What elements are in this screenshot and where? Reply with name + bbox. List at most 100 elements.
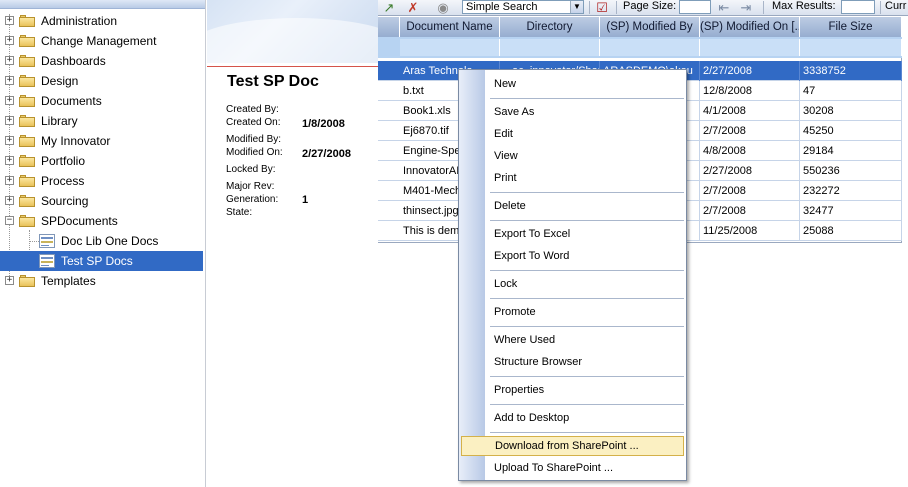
- previous-page-icon[interactable]: ⇤: [716, 1, 732, 15]
- tree-item-label: Test SP Docs: [61, 254, 133, 268]
- menu-item-promote[interactable]: Promote: [486, 302, 685, 322]
- expand-icon[interactable]: +: [5, 16, 14, 25]
- menu-item-add-to-desktop[interactable]: Add to Desktop: [486, 408, 685, 428]
- expand-icon[interactable]: +: [5, 196, 14, 205]
- search-mode-value: Simple Search: [466, 1, 538, 13]
- toolbar-separator: [880, 1, 881, 14]
- tree-item-spdocuments[interactable]: − SPDocuments: [0, 211, 203, 231]
- clear-search-icon[interactable]: ✗: [405, 1, 421, 15]
- current-label: Curr: [885, 0, 907, 12]
- tree-item-label: Sourcing: [41, 194, 89, 208]
- search-mode-select[interactable]: Simple Search ▼: [462, 0, 584, 14]
- menu-item-view[interactable]: View: [486, 146, 685, 166]
- tree-item-templates[interactable]: + Templates: [0, 271, 203, 291]
- filter-directory[interactable]: [500, 39, 600, 56]
- expand-icon[interactable]: +: [5, 56, 14, 65]
- next-page-icon[interactable]: ⇥: [738, 1, 754, 15]
- checkbox-filter-icon[interactable]: ☑: [594, 1, 610, 15]
- column-header-file-size[interactable]: File Size: [800, 17, 902, 37]
- saved-search-icon[interactable]: ◉: [435, 1, 451, 15]
- cell-file-size: 3338752: [800, 61, 902, 81]
- menu-item-export-to-word[interactable]: Export To Word: [486, 246, 685, 266]
- expand-icon[interactable]: +: [5, 96, 14, 105]
- filter-modified-on[interactable]: [700, 39, 800, 56]
- tree-item-change-management[interactable]: + Change Management: [0, 31, 203, 51]
- chevron-down-icon[interactable]: ▼: [570, 1, 583, 13]
- document-library-icon: [39, 254, 55, 268]
- cell-modified-on: 2/7/2008: [700, 121, 800, 141]
- tree-item-library[interactable]: + Library: [0, 111, 203, 131]
- tree-item-label: Library: [41, 114, 78, 128]
- filter-modified-by[interactable]: [600, 39, 700, 56]
- expand-icon[interactable]: +: [5, 176, 14, 185]
- filter-document-name[interactable]: [400, 39, 500, 56]
- column-header-document-name[interactable]: Document Name: [400, 17, 500, 37]
- menu-item-download-from-sharepoint[interactable]: Download from SharePoint ...: [461, 436, 684, 456]
- folder-icon: [19, 195, 35, 207]
- tree-item-portfolio[interactable]: + Portfolio: [0, 151, 203, 171]
- tree-item-design[interactable]: + Design: [0, 71, 203, 91]
- menu-separator: [490, 270, 684, 271]
- cell-file-size: 29184: [800, 141, 902, 161]
- menu-item-new[interactable]: New: [486, 74, 685, 94]
- tree-item-label: Administration: [41, 14, 118, 28]
- navigation-tree: + Administration + Change Management + D…: [0, 0, 206, 487]
- menu-item-save-as[interactable]: Save As: [486, 102, 685, 122]
- folder-icon: [19, 275, 35, 287]
- tree-item-administration[interactable]: + Administration: [0, 11, 203, 31]
- expand-icon[interactable]: +: [5, 36, 14, 45]
- menu-item-delete[interactable]: Delete: [486, 196, 685, 216]
- folder-open-icon: [19, 215, 35, 227]
- tree-item-documents[interactable]: + Documents: [0, 91, 203, 111]
- locked-by-label: Locked By:: [226, 164, 276, 175]
- cell-modified-on: 4/8/2008: [700, 141, 800, 161]
- menu-item-export-to-excel[interactable]: Export To Excel: [486, 224, 685, 244]
- menu-item-structure-browser[interactable]: Structure Browser: [486, 352, 685, 372]
- run-search-icon[interactable]: ↗: [381, 1, 397, 15]
- expand-icon[interactable]: +: [5, 76, 14, 85]
- expand-icon[interactable]: +: [5, 276, 14, 285]
- expand-icon[interactable]: +: [5, 156, 14, 165]
- page-size-input[interactable]: [679, 0, 711, 14]
- max-results-input[interactable]: [841, 0, 875, 14]
- detail-divider: [207, 66, 378, 67]
- tree-item-doc-lib-one-docs[interactable]: Doc Lib One Docs: [0, 231, 203, 251]
- menu-item-properties[interactable]: Properties: [486, 380, 685, 400]
- cell-file-size: 232272: [800, 181, 902, 201]
- expand-icon[interactable]: +: [5, 116, 14, 125]
- tree-item-test-sp-docs[interactable]: Test SP Docs: [0, 251, 203, 271]
- menu-item-print[interactable]: Print: [486, 168, 685, 188]
- tree-item-process[interactable]: + Process: [0, 171, 203, 191]
- toolbar-separator: [616, 1, 617, 14]
- tree-item-my-innovator[interactable]: + My Innovator: [0, 131, 203, 151]
- context-menu: New Save As Edit View Print Delete Expor…: [458, 69, 687, 481]
- menu-item-where-used[interactable]: Where Used: [486, 330, 685, 350]
- tree-item-sourcing[interactable]: + Sourcing: [0, 191, 203, 211]
- tree-item-dashboards[interactable]: + Dashboards: [0, 51, 203, 71]
- menu-item-upload-to-sharepoint[interactable]: Upload To SharePoint ...: [486, 458, 685, 478]
- column-header-modified-on[interactable]: (SP) Modified On [..: [700, 17, 800, 37]
- column-header-directory[interactable]: Directory: [500, 17, 600, 37]
- column-header-modified-by[interactable]: (SP) Modified By: [600, 17, 700, 37]
- menu-separator: [490, 404, 684, 405]
- tree-item-label: Documents: [41, 94, 102, 108]
- tree-item-label: Portfolio: [41, 154, 86, 168]
- menu-item-lock[interactable]: Lock: [486, 274, 685, 294]
- filter-file-size[interactable]: [800, 39, 902, 56]
- cell-modified-on: 4/1/2008: [700, 101, 800, 121]
- expand-icon[interactable]: +: [5, 136, 14, 145]
- cell-modified-on: 12/8/2008: [700, 81, 800, 101]
- cell-modified-on: 2/7/2008: [700, 201, 800, 221]
- generation-value: 1: [302, 194, 309, 206]
- tree-item-label: Templates: [41, 274, 96, 288]
- collapse-icon[interactable]: −: [5, 216, 14, 225]
- grid-header: Document Name Directory (SP) Modified By…: [378, 17, 902, 37]
- item-detail-pane: Test SP Doc Created By: Created On: 1/8/…: [207, 0, 378, 487]
- tree-item-label: Change Management: [41, 34, 157, 48]
- menu-item-edit[interactable]: Edit: [486, 124, 685, 144]
- tree-item-label: Design: [41, 74, 79, 88]
- cell-file-size: 550236: [800, 161, 902, 181]
- search-criteria-row: [378, 37, 902, 58]
- row-selector-header: [378, 17, 400, 37]
- modified-by-label: Modified By:: [226, 134, 282, 145]
